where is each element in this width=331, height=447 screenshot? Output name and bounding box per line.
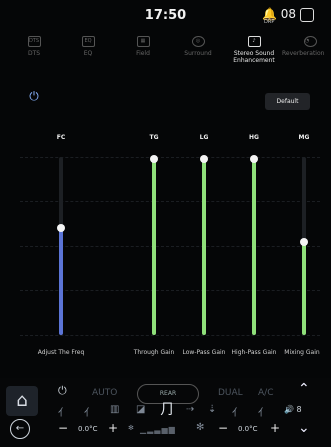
seat-vent-icon[interactable]: ⺅ xyxy=(84,404,94,419)
chevron-down-icon[interactable]: ⌄ xyxy=(298,420,310,436)
tab-dts[interactable]: DTS DTS xyxy=(6,36,62,57)
right-temp-decrease[interactable]: − xyxy=(218,421,228,435)
slider-fill xyxy=(152,159,156,335)
tab-label: EQ xyxy=(83,50,93,57)
slider-lg[interactable] xyxy=(200,155,208,335)
airflow-mode-icon[interactable]: ⺆ xyxy=(160,399,174,419)
window-icon[interactable] xyxy=(300,8,314,22)
seat-heat-right-icon[interactable]: ⺅ xyxy=(232,404,242,419)
grid-line xyxy=(20,157,320,158)
grid-line xyxy=(20,246,320,247)
notification-indicator[interactable]: 🔔 08 DRP xyxy=(262,7,297,25)
status-bar: 17:50 🔔 08 DRP xyxy=(0,0,331,30)
channel-label-hg: HG xyxy=(249,134,259,141)
tab-reverberation[interactable]: ◔ Reverberation xyxy=(282,36,331,57)
dts-icon: DTS xyxy=(27,36,41,47)
airflow-face-icon[interactable]: ⇢ xyxy=(186,404,194,415)
left-temp-decrease[interactable]: − xyxy=(58,421,68,435)
tab-field[interactable]: ▦ Field xyxy=(115,36,171,57)
channel-label-mg: MG xyxy=(298,134,310,141)
volume-control[interactable]: 🔊 8 xyxy=(284,405,302,414)
slider-fill xyxy=(302,242,306,335)
grid-line xyxy=(20,201,320,202)
auto-button[interactable]: AUTO xyxy=(92,388,117,398)
back-button[interactable]: ← xyxy=(10,419,30,439)
slider-fill xyxy=(252,159,256,335)
power-icon: ⏻ xyxy=(58,384,67,397)
slider-fc[interactable] xyxy=(57,157,65,335)
notification-sub: DRP xyxy=(264,19,275,25)
fan-low-icon: ✻ xyxy=(128,424,134,432)
channel-label-tg: TG xyxy=(149,134,159,141)
defrost-icon[interactable]: ▥ xyxy=(110,404,119,415)
tab-label: Field xyxy=(136,50,150,57)
climate-power-button[interactable]: ⏻ xyxy=(58,384,67,398)
right-temp-value: 0.0°C xyxy=(238,425,258,433)
seat-vent-right-icon[interactable]: ⺅ xyxy=(258,404,268,419)
tab-label: Stereo Sound Enhancement xyxy=(233,50,275,64)
slider-knob[interactable] xyxy=(250,155,258,163)
dual-button[interactable]: DUAL xyxy=(218,388,243,398)
tab-eq[interactable]: EQ EQ xyxy=(60,36,116,57)
left-temp-increase[interactable]: + xyxy=(108,421,118,435)
slider-tg[interactable] xyxy=(150,155,158,335)
left-temp-value: 0.0°C xyxy=(78,425,98,433)
home-button[interactable]: ⌂ xyxy=(6,386,38,416)
tab-stereo-sound-enhancement[interactable]: ♪ Stereo Sound Enhancement xyxy=(226,36,282,64)
right-temp-increase[interactable]: + xyxy=(270,421,280,435)
chevron-up-icon[interactable]: ⌃ xyxy=(298,381,310,397)
slider-mg[interactable] xyxy=(300,157,308,335)
slider-knob[interactable] xyxy=(200,155,208,163)
back-arrow-icon: ← xyxy=(15,423,25,434)
eq-icon: EQ xyxy=(81,36,95,47)
home-icon: ⌂ xyxy=(16,390,28,411)
slider-knob[interactable] xyxy=(57,224,65,232)
seat-icon[interactable]: ◪ xyxy=(136,404,145,415)
bottom-label-mg: Mixing Gain xyxy=(284,349,320,356)
fan-level-bars[interactable]: ▁▂▃▅▆ xyxy=(140,425,176,434)
tab-label: Reverberation xyxy=(282,50,325,57)
default-button[interactable]: Default xyxy=(265,93,310,110)
music-note-icon: ♪ xyxy=(247,36,261,47)
volume-icon: 🔊 xyxy=(284,405,294,414)
slider-knob[interactable] xyxy=(300,238,308,246)
slider-knob[interactable] xyxy=(150,155,158,163)
ac-button[interactable]: A/C xyxy=(258,388,273,398)
notification-count: 08 xyxy=(280,7,297,21)
tab-label: DTS xyxy=(27,50,41,57)
power-icon: ⏻ xyxy=(29,89,39,103)
fan-high-icon: ✻ xyxy=(196,422,205,433)
tab-label: Surround xyxy=(184,50,212,57)
power-button[interactable]: ⏻ xyxy=(27,89,41,103)
grid-line xyxy=(20,290,320,291)
bottom-label-fc: Adjust The Freq xyxy=(37,349,85,356)
grid-line xyxy=(20,335,320,336)
tab-surround[interactable]: ◎ Surround xyxy=(170,36,226,57)
fan-speed: 8 xyxy=(296,405,302,414)
airflow-feet-icon[interactable]: ⇣ xyxy=(208,404,216,415)
field-icon: ▦ xyxy=(136,36,150,47)
channel-label-fc: FC xyxy=(56,134,66,141)
channel-label-lg: LG xyxy=(199,134,209,141)
slider-fill xyxy=(202,159,206,335)
reverberation-icon: ◔ xyxy=(304,36,317,47)
slider-fill xyxy=(59,228,63,335)
surround-icon: ◎ xyxy=(191,36,205,47)
seat-heat-icon[interactable]: ⺅ xyxy=(58,404,68,419)
slider-hg[interactable] xyxy=(250,155,258,335)
